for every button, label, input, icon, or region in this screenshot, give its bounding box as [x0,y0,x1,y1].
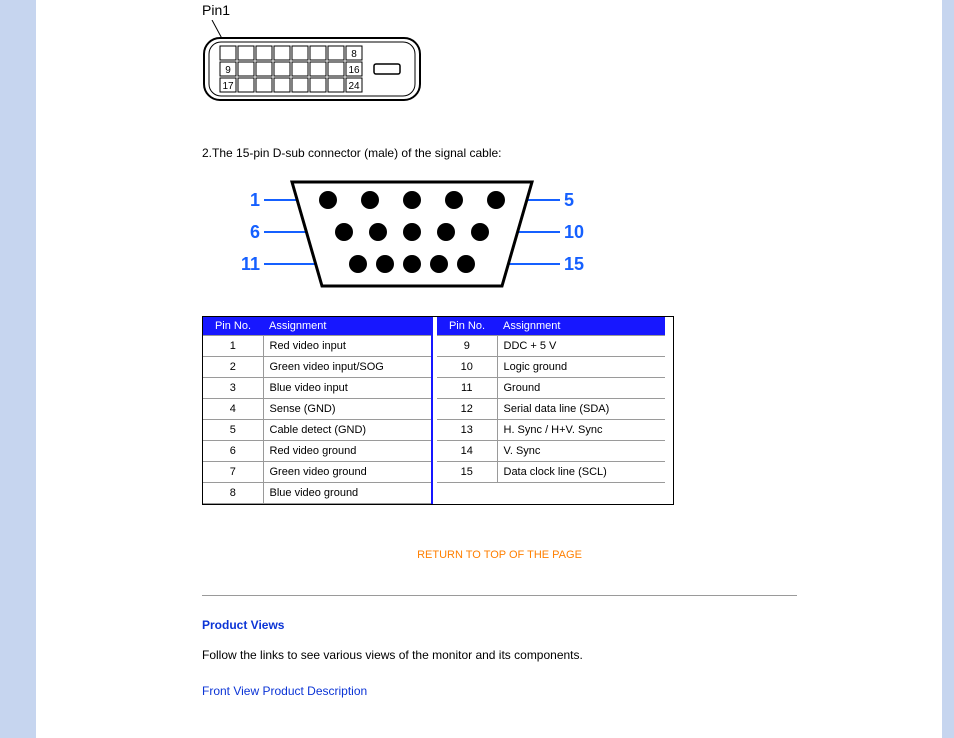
th-assign-right: Assignment [497,317,665,336]
table-row: 3Blue video input [203,378,431,399]
table-row: 1Red video input [203,336,431,357]
dvi-pin-17: 17 [222,81,234,92]
vga-connector-diagram: 1 6 11 5 10 15 [232,176,797,296]
front-view-link[interactable]: Front View Product Description [202,684,367,698]
divider [202,595,797,596]
th-assign-left: Assignment [263,317,431,336]
table-row: 4Sense (GND) [203,399,431,420]
vga-label-11: 11 [241,254,260,274]
pin1-label: Pin1 [202,2,797,18]
th-pin-right: Pin No. [437,317,497,336]
dvi-pin-24: 24 [348,81,360,92]
product-views-desc: Follow the links to see various views of… [202,648,797,662]
caption-dsub: 2.The 15-pin D-sub connector (male) of t… [202,146,797,160]
vga-label-1: 1 [250,190,260,210]
vga-label-5: 5 [564,190,574,210]
table-row: 15Data clock line (SCL) [437,462,665,483]
table-row: 10Logic ground [437,357,665,378]
vga-label-15: 15 [564,254,584,274]
dvi-pin-16: 16 [348,65,360,76]
table-row: 14V. Sync [437,441,665,462]
th-pin-left: Pin No. [203,317,263,336]
dvi-connector-diagram: 8 9 16 17 24 [202,20,797,110]
dvi-pin-9: 9 [225,65,231,76]
table-row: 5Cable detect (GND) [203,420,431,441]
dvi-pin-8: 8 [351,49,357,60]
table-row: 13H. Sync / H+V. Sync [437,420,665,441]
product-views-heading: Product Views [202,618,797,632]
table-row: 9DDC + 5 V [437,336,665,357]
table-row: 2Green video input/SOG [203,357,431,378]
table-row: 11Ground [437,378,665,399]
vga-label-6: 6 [250,222,260,242]
vga-label-10: 10 [564,222,584,242]
table-row: 7Green video ground [203,462,431,483]
return-to-top-link[interactable]: RETURN TO TOP OF THE PAGE [417,549,582,561]
pin-assignment-table: Pin No. Assignment 1Red video input 2Gre… [202,316,674,505]
table-row: 12Serial data line (SDA) [437,399,665,420]
table-row: 6Red video ground [203,441,431,462]
table-row: 8Blue video ground [203,483,431,504]
